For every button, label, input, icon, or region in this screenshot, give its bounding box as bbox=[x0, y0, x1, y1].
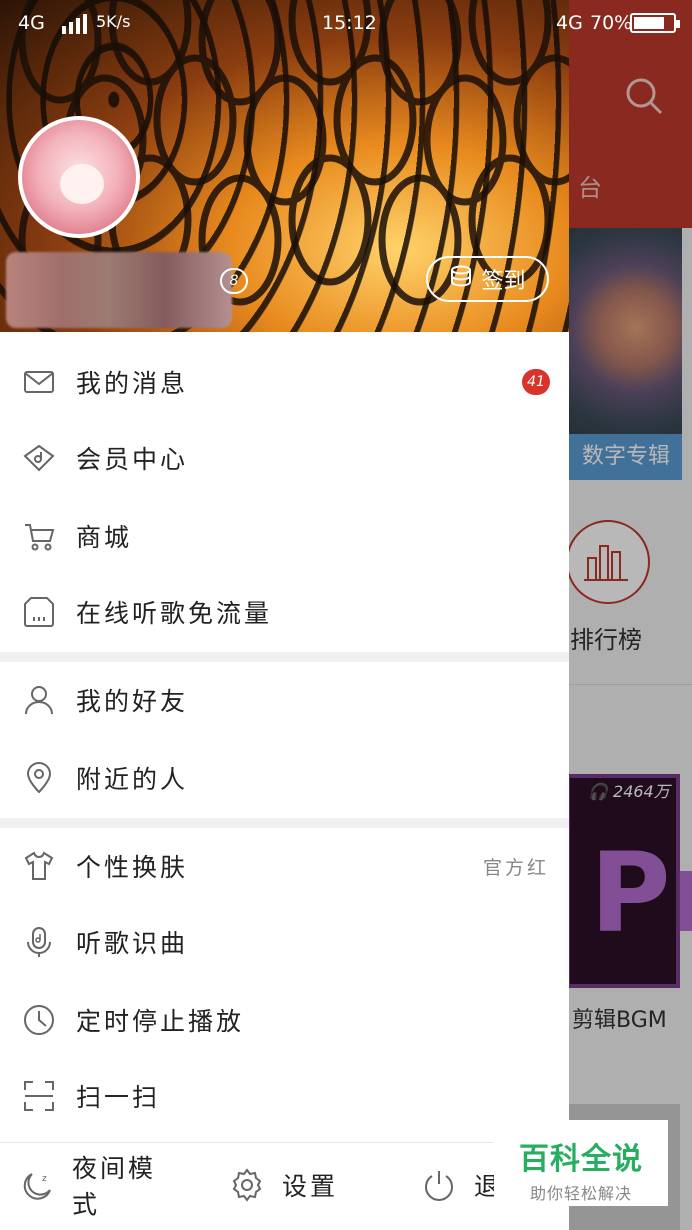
menu-item-vip-center[interactable]: 会员中心 bbox=[0, 420, 569, 496]
night-mode-label: 夜间模式 bbox=[72, 1154, 157, 1219]
watermark: 百科全说 助你轻松解决 bbox=[494, 1120, 668, 1206]
signin-label: 签到 bbox=[481, 269, 526, 294]
menu-label: 定时停止播放 bbox=[76, 1007, 245, 1036]
cart-icon bbox=[22, 519, 56, 553]
menu-item-skin[interactable]: 个性换肤 官方红 bbox=[0, 828, 569, 904]
clock-icon bbox=[22, 1003, 56, 1037]
scan-icon bbox=[22, 1079, 56, 1113]
settings-button[interactable]: 设置 bbox=[230, 1143, 338, 1230]
watermark-title: 百科全说 bbox=[519, 1142, 643, 1177]
vip-diamond-icon bbox=[22, 441, 56, 475]
mail-icon bbox=[22, 365, 56, 399]
battery-icon bbox=[630, 13, 680, 33]
drawer-bottom-bar: z 夜间模式 设置 退出 bbox=[0, 1142, 569, 1230]
username-blurred[interactable] bbox=[6, 252, 232, 328]
level-badge: 8 bbox=[220, 268, 248, 294]
network-type: 4G bbox=[18, 12, 45, 34]
current-skin: 官方红 bbox=[482, 856, 549, 879]
menu-label: 商城 bbox=[76, 523, 133, 552]
menu-item-free-data[interactable]: 在线听歌免流量 bbox=[0, 574, 569, 650]
menu-label: 个性换肤 bbox=[76, 853, 189, 882]
status-bar: 4G 5K/s 15:12 4G 70% bbox=[0, 0, 692, 46]
clock-time: 15:12 bbox=[322, 12, 377, 34]
power-icon bbox=[422, 1168, 456, 1206]
battery-percent: 70% bbox=[590, 12, 633, 34]
menu-item-sleep-timer[interactable]: 定时停止播放 bbox=[0, 982, 569, 1058]
menu-label: 附近的人 bbox=[76, 765, 189, 794]
coins-icon bbox=[449, 264, 473, 294]
section-divider bbox=[0, 818, 569, 828]
menu-item-nearby[interactable]: 附近的人 bbox=[0, 740, 569, 816]
avatar-face bbox=[60, 164, 104, 204]
menu-item-store[interactable]: 商城 bbox=[0, 498, 569, 574]
menu-label: 扫一扫 bbox=[76, 1083, 161, 1112]
menu-item-song-recognition[interactable]: 听歌识曲 bbox=[0, 904, 569, 980]
moon-icon: z bbox=[20, 1168, 54, 1206]
section-divider bbox=[0, 652, 569, 662]
network-type-right: 4G bbox=[556, 12, 583, 34]
message-count-badge: 41 bbox=[522, 369, 550, 395]
signal-icon bbox=[62, 14, 88, 39]
network-speed: 5K/s bbox=[96, 12, 131, 31]
menu-label: 我的好友 bbox=[76, 687, 189, 716]
tshirt-icon bbox=[22, 849, 56, 883]
menu-item-friends[interactable]: 我的好友 bbox=[0, 662, 569, 738]
watermark-subtitle: 助你轻松解决 bbox=[529, 1184, 632, 1203]
settings-label: 设置 bbox=[282, 1172, 339, 1201]
location-pin-icon bbox=[22, 761, 56, 795]
side-drawer: 8 签到 我的消息 41 会员中心 商城 在线听歌免流量 我的好友 附近的人 个… bbox=[0, 0, 569, 1230]
menu-label: 在线听歌免流量 bbox=[76, 599, 273, 628]
menu-label: 我的消息 bbox=[76, 369, 189, 398]
svg-text:z: z bbox=[42, 1174, 47, 1184]
night-mode-button[interactable]: z 夜间模式 bbox=[20, 1143, 172, 1230]
menu-label: 听歌识曲 bbox=[76, 929, 189, 958]
profile-header: 8 签到 bbox=[0, 0, 569, 332]
menu-item-scan[interactable]: 扫一扫 bbox=[0, 1058, 569, 1134]
menu-label: 会员中心 bbox=[76, 445, 189, 474]
sim-card-icon bbox=[22, 595, 56, 629]
microphone-note-icon bbox=[22, 925, 56, 959]
menu-item-messages[interactable]: 我的消息 41 bbox=[0, 344, 569, 420]
signin-button[interactable]: 签到 bbox=[426, 256, 549, 302]
person-icon bbox=[22, 683, 56, 717]
avatar[interactable] bbox=[18, 116, 140, 238]
gear-icon bbox=[230, 1168, 264, 1206]
